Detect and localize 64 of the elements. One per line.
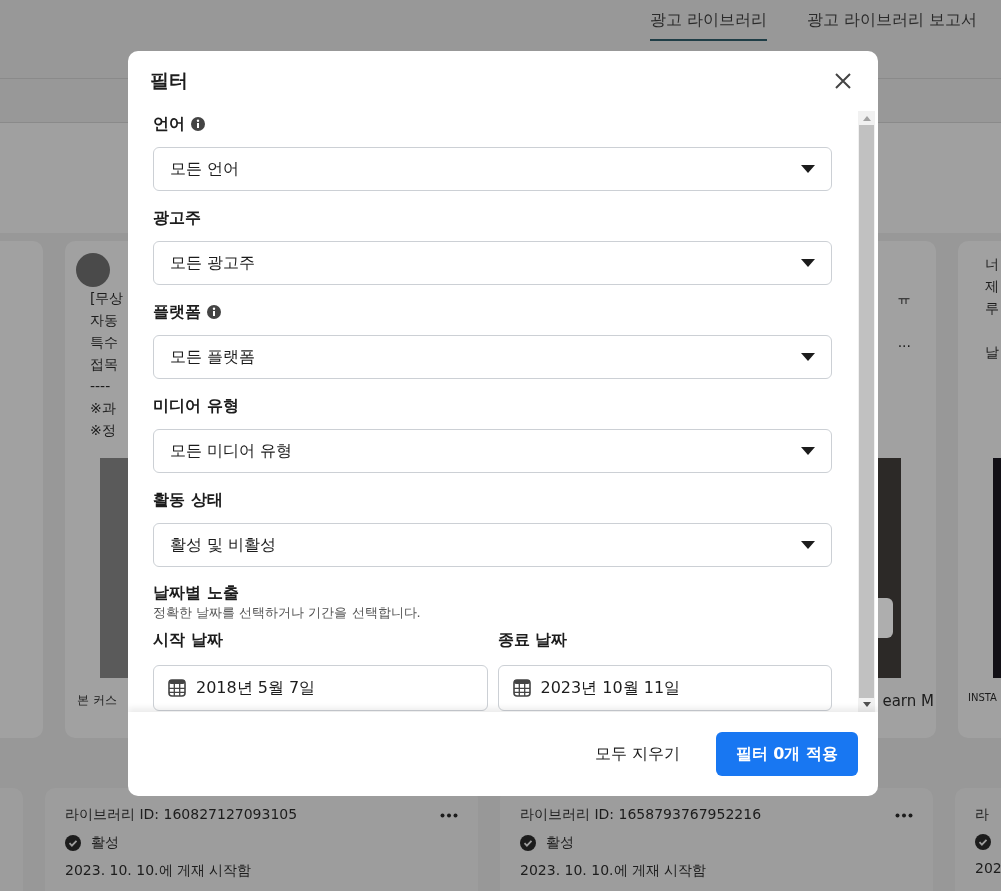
info-icon[interactable] <box>207 305 221 319</box>
check-circle-icon <box>65 835 81 851</box>
avatar-placeholder <box>76 253 110 287</box>
info-icon[interactable] <box>191 117 205 131</box>
dropdown-arrow-icon <box>801 353 815 361</box>
close-icon[interactable] <box>835 73 851 89</box>
dropdown-arrow-icon <box>801 165 815 173</box>
scroll-down-icon[interactable] <box>862 702 871 707</box>
dropdown-arrow-icon <box>801 541 815 549</box>
status-text: 활성 <box>546 834 574 852</box>
section-hint: 정확한 날짜를 선택하거나 기간을 선택합니다. <box>153 604 422 622</box>
ad-text-line: 루 <box>985 300 999 316</box>
field-label: 언어 <box>153 113 185 135</box>
page-tab[interactable]: 광고 라이브러리 <box>649 10 767 41</box>
field-label: 활동 상태 <box>153 489 223 511</box>
field-label: 종료 날짜 <box>497 630 569 651</box>
more-options-icon[interactable] <box>895 812 913 818</box>
ad-text-line: 날 <box>985 344 999 360</box>
page-tab[interactable]: 광고 라이브러리 보고서 <box>806 10 977 41</box>
card-footer-text: earn M <box>882 692 934 710</box>
calendar-icon <box>512 679 531 697</box>
status-text: 활성 <box>91 834 119 852</box>
scrollbar-thumb[interactable] <box>859 125 874 698</box>
card-footer-text: INSTA <box>968 692 997 703</box>
field-label: 시작 날짜 <box>153 630 224 651</box>
section-title: 날짜별 노출 <box>153 583 240 604</box>
start-date-text: 2023. 10. 10.에 게재 시작함 <box>520 862 707 878</box>
dropdown-arrow-icon <box>801 447 815 455</box>
ad-text-line: [무상 <box>90 290 124 306</box>
field-label: 플랫폼 <box>153 301 201 323</box>
ad-text-line: ㅠ <box>897 290 911 306</box>
card-footer-text: 본 커스 <box>77 693 117 707</box>
check-circle-icon <box>520 835 536 851</box>
dropdown-field[interactable]: 모든 언어 <box>153 147 832 191</box>
dropdown-arrow-icon <box>801 259 815 267</box>
more-options-icon[interactable] <box>440 812 458 818</box>
ad-text-line: ---- <box>90 378 111 394</box>
ad-text-line: 제 <box>985 278 999 294</box>
apply-filters-button[interactable]: 필터 0개 적용 <box>715 732 858 776</box>
dropdown-field[interactable]: 모든 미디어 유형 <box>153 429 832 473</box>
field-label: 광고주 <box>153 207 201 229</box>
ad-text-line: ... <box>897 334 911 350</box>
scrollbar[interactable] <box>858 111 875 712</box>
clear-all-button[interactable]: 모두 지우기 <box>588 742 686 766</box>
dropdown-field[interactable]: 모든 플랫폼 <box>153 335 832 379</box>
ad-text-line: 접목 <box>90 356 118 372</box>
check-circle-icon <box>975 834 991 850</box>
date-field[interactable]: 2023년 10월 11일 <box>497 665 832 711</box>
ad-text-line: 특수 <box>90 334 118 350</box>
date-field[interactable]: 2018년 5월 7일 <box>153 665 488 711</box>
ad-text-line: 자동 <box>90 312 118 328</box>
dialog-title: 필터 <box>150 68 188 93</box>
library-id: 라 <box>975 806 989 824</box>
ad-text-line: 너 <box>985 256 999 272</box>
ad-text-line: ※과 <box>90 400 116 416</box>
field-label: 미디어 유형 <box>153 395 239 417</box>
library-id: 라이브러리 ID: 1658793767952216 <box>520 806 762 824</box>
calendar-icon <box>168 679 186 697</box>
dropdown-field[interactable]: 활성 및 비활성 <box>153 523 832 567</box>
start-date-text: 2023. 10. 10.에 게재 시작함 <box>65 862 252 878</box>
dropdown-field[interactable]: 모든 광고주 <box>153 241 832 285</box>
start-date-text: 202 <box>975 860 1001 876</box>
library-id: 라이브러리 ID: 160827127093105 <box>65 806 298 824</box>
ad-text-line: ※정 <box>90 422 116 438</box>
